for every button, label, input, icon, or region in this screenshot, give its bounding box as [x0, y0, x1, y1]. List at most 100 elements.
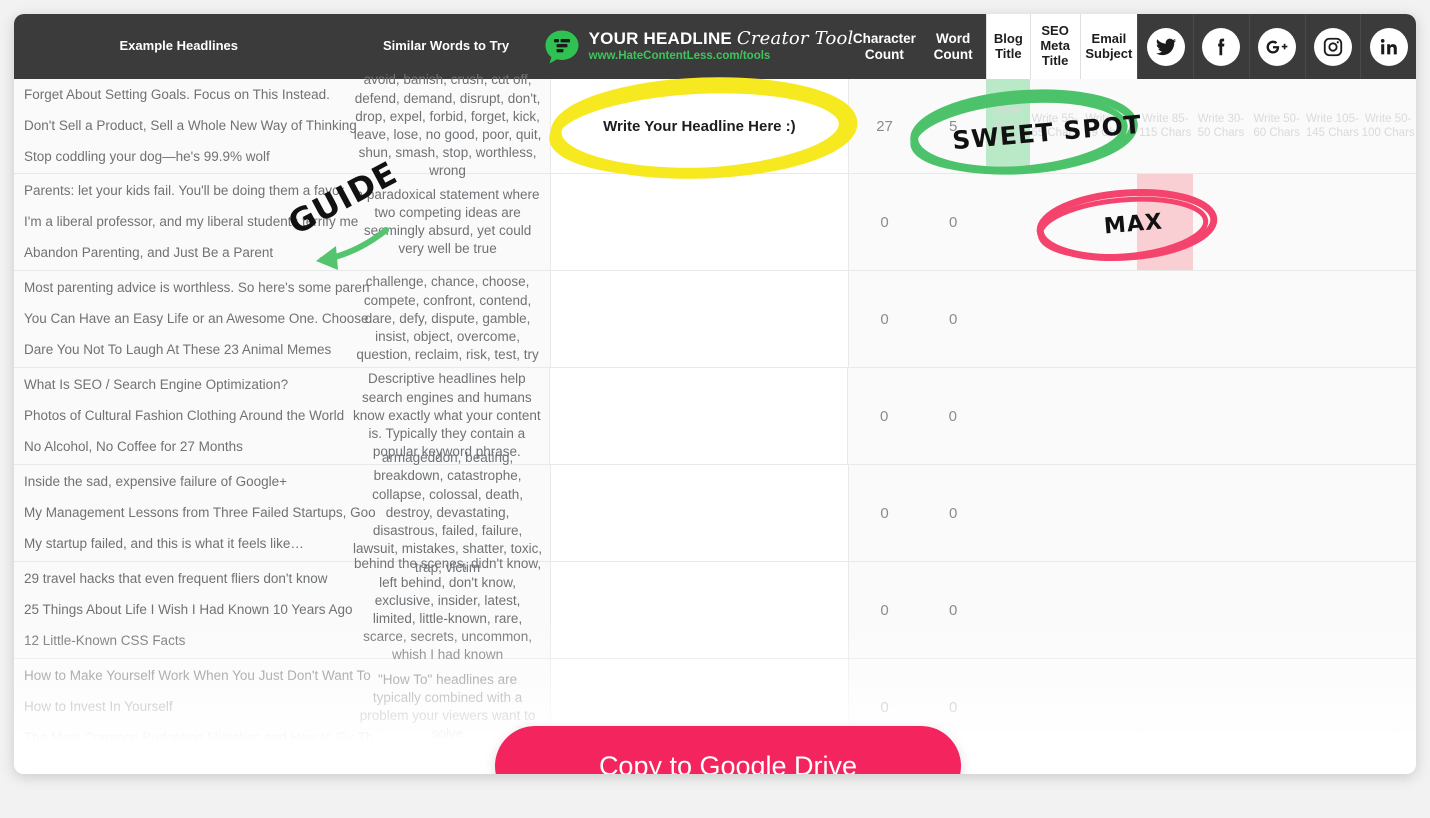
example-headline: Don't Sell a Product, Sell a Whole New W…	[24, 117, 357, 133]
tab-seo-meta-title[interactable]: SEO Meta Title	[1029, 14, 1080, 79]
hint-linkedin	[1360, 659, 1416, 755]
hint-linkedin	[1360, 271, 1416, 367]
example-headlines-cell: How to Make Yourself Work When You Just …	[14, 659, 373, 755]
hint-email-subject	[1080, 659, 1138, 755]
example-headline: Photos of Cultural Fashion Clothing Arou…	[24, 407, 345, 423]
example-headline: Stop coddling your dog—he's 99.9% wolf	[24, 149, 270, 165]
header-character-count-label: Character Count	[852, 30, 916, 62]
tab-twitter[interactable]	[1137, 14, 1193, 79]
hint-googleplus	[1249, 368, 1305, 464]
similar-words-cell: armageddon, beating, breakdown, catastro…	[353, 450, 543, 575]
hint-googleplus	[1249, 174, 1305, 270]
tab-blog-title[interactable]: Blog Title	[985, 14, 1030, 79]
table-row: What Is SEO / Search Engine Optimization…	[14, 368, 1416, 465]
twitter-icon	[1146, 27, 1185, 66]
header-similar-words: Similar Words to Try	[344, 14, 549, 79]
hint-twitter	[1137, 562, 1193, 658]
tab-linkedin[interactable]	[1360, 14, 1416, 79]
example-headlines-cell: Forget About Setting Goals. Focus on Thi…	[14, 79, 357, 173]
example-headline: You Can Have an Easy Life or an Awesome …	[24, 310, 369, 326]
example-headlines-cell: What Is SEO / Search Engine Optimization…	[14, 368, 344, 464]
example-headline: The Most Common Budgeting Mistakes and H…	[24, 730, 374, 746]
hint-email-subject	[1079, 368, 1137, 464]
brand-logo: YOUR HEADLINE Creator Tool www.HateConte…	[545, 14, 853, 79]
character-count-value: 0	[880, 601, 889, 619]
example-headlines-cell: Inside the sad, expensive failure of Goo…	[14, 465, 376, 561]
hint-instagram	[1304, 368, 1360, 464]
hint-facebook	[1193, 174, 1249, 270]
example-headline: What Is SEO / Search Engine Optimization…	[24, 376, 289, 392]
example-headline: Dare You Not To Laugh At These 23 Animal…	[24, 342, 332, 358]
tab-seo-meta-title-label: SEO Meta Title	[1040, 23, 1070, 68]
hint-googleplus	[1249, 465, 1305, 561]
hint-twitter: Write 85-115 Chars	[1139, 112, 1192, 139]
header-word-count: Word Count	[920, 14, 986, 79]
similar-words-cell: behind the scenes, didn't know, left beh…	[353, 556, 542, 663]
hint-linkedin	[1360, 562, 1416, 658]
hint-twitter	[1137, 271, 1193, 367]
hint-blog-title	[986, 368, 1030, 464]
hint-googleplus	[1249, 562, 1305, 658]
headline-input-empty[interactable]	[549, 368, 849, 464]
example-headlines-cell: Most parenting advice is worthless. So h…	[14, 271, 370, 367]
logo-url: www.HateContentLess.com/tools	[588, 50, 771, 63]
hint-facebook	[1193, 271, 1249, 367]
example-headline: Abandon Parenting, and Just Be a Parent	[24, 245, 274, 261]
example-headline: No Alcohol, No Coffee for 27 Months	[24, 439, 243, 455]
tab-email-subject[interactable]: Email Subject	[1079, 14, 1138, 79]
hint-linkedin	[1360, 465, 1416, 561]
hint-linkedin: Write 50-100 Chars	[1361, 112, 1415, 139]
header-example-headlines-label: Example Headlines	[119, 38, 239, 54]
hint-googleplus	[1249, 659, 1305, 755]
headline-input-empty[interactable]	[550, 174, 849, 270]
tab-email-subject-label: Email Subject	[1085, 30, 1133, 61]
headline-input-empty[interactable]	[550, 562, 849, 658]
hint-googleplus	[1249, 271, 1305, 367]
hint-twitter	[1137, 465, 1193, 561]
hint-facebook	[1193, 562, 1249, 658]
table-row: Most parenting advice is worthless. So h…	[14, 271, 1416, 368]
hint-seo-meta-title	[1030, 368, 1080, 464]
hint-twitter	[1137, 368, 1193, 464]
example-headline: My Management Lessons from Three Failed …	[24, 504, 376, 520]
tab-facebook[interactable]	[1193, 14, 1249, 79]
character-count-value: 0	[879, 407, 889, 425]
word-count-value: 0	[949, 601, 958, 619]
headline-input-empty[interactable]	[550, 465, 849, 561]
headline-input-empty[interactable]	[550, 271, 849, 367]
hint-twitter	[1137, 659, 1193, 755]
hint-linkedin	[1360, 368, 1416, 464]
hint-blog-title	[986, 271, 1030, 367]
hint-instagram: Write 105-145 Chars	[1305, 112, 1359, 139]
example-headline: Most parenting advice is worthless. So h…	[24, 279, 370, 295]
example-headline: Parents: let your kids fail. You'll be d…	[24, 182, 345, 198]
copy-to-google-drive-button[interactable]: Copy to Google Drive	[495, 726, 961, 774]
example-headline: My startup failed, and this is what it f…	[24, 536, 304, 552]
header-character-count: Character Count	[849, 14, 921, 79]
hint-facebook	[1193, 465, 1249, 561]
hint-seo-meta-title	[1030, 271, 1080, 367]
table-row: Inside the sad, expensive failure of Goo…	[14, 450, 1416, 575]
hint-instagram	[1305, 562, 1361, 658]
hint-googleplus: Write 50-60 Chars	[1253, 112, 1300, 139]
tab-googleplus[interactable]	[1248, 14, 1305, 79]
character-count-value: 27	[876, 117, 893, 135]
headline-tool-card: Example Headlines Similar Words to Try Y…	[14, 14, 1416, 774]
hint-instagram	[1305, 174, 1361, 270]
word-count-value: 0	[948, 407, 958, 425]
tab-instagram[interactable]	[1304, 14, 1361, 79]
headline-input[interactable]: Write Your Headline Here :)	[550, 79, 849, 173]
header-word-count-label: Word Count	[933, 30, 973, 62]
hint-instagram	[1305, 659, 1361, 755]
header-example-headlines: Example Headlines	[14, 14, 344, 79]
header-similar-words-label: Similar Words to Try	[382, 38, 510, 54]
hint-blog-title	[986, 562, 1030, 658]
table-row: 29 travel hacks that even frequent flier…	[14, 556, 1416, 663]
example-headline: Forget About Setting Goals. Focus on Thi…	[24, 86, 330, 102]
word-count-value: 0	[949, 213, 958, 231]
googleplus-icon	[1258, 27, 1297, 66]
hint-email-subject	[1080, 465, 1138, 561]
hint-email-subject	[1080, 271, 1138, 367]
example-headline: 29 travel hacks that even frequent flier…	[24, 570, 328, 586]
hint-blog-title	[986, 659, 1030, 755]
